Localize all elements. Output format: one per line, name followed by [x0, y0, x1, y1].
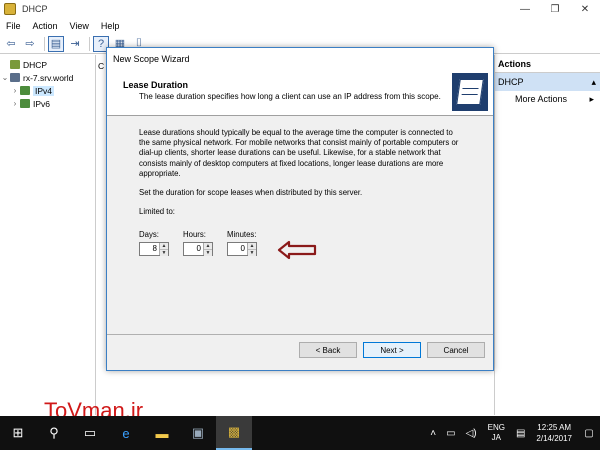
forward-arrow-icon[interactable]: ⇨	[22, 36, 38, 52]
wizard-subheading: The lease duration specifies how long a …	[139, 92, 441, 101]
actions-pane: Actions DHCP ▴ More Actions ▸	[494, 55, 600, 415]
window-title: DHCP	[22, 4, 48, 14]
lease-description: Lease durations should typically be equa…	[139, 128, 459, 178]
minutes-group: Minutes: 0 ▲ ▼	[227, 230, 257, 256]
export-list-icon[interactable]: ⇥	[67, 36, 83, 52]
spin-down-icon[interactable]: ▼	[248, 249, 256, 256]
toolbar-separator	[89, 36, 90, 51]
wizard-title: New Scope Wizard	[107, 48, 493, 70]
lease-instruction: Set the duration for scope leases when d…	[139, 188, 363, 198]
language-indicator[interactable]: ENG JA	[488, 423, 505, 443]
tree-item-dhcp[interactable]: DHCP	[0, 58, 95, 71]
server-icon	[10, 73, 20, 82]
network-icon[interactable]: ▭	[446, 428, 455, 439]
volume-icon[interactable]: ◁)	[466, 428, 477, 439]
next-button[interactable]: Next >	[363, 342, 421, 358]
wizard-document-icon	[452, 73, 488, 111]
dhcp-app-icon	[4, 3, 16, 15]
hours-value[interactable]: 0	[184, 243, 203, 255]
menu-file[interactable]: File	[0, 21, 27, 31]
server-manager-icon[interactable]: ▣	[180, 416, 216, 450]
new-scope-wizard-dialog: New Scope Wizard Lease Duration The leas…	[106, 47, 494, 371]
more-actions-item[interactable]: More Actions ▸	[495, 91, 600, 108]
dhcp-icon	[10, 60, 20, 69]
task-view-icon[interactable]: ▭	[72, 416, 108, 450]
ipv6-icon	[20, 99, 30, 108]
notification-icon[interactable]: ▢	[578, 428, 600, 439]
minutes-label: Minutes:	[227, 230, 257, 239]
menu-action[interactable]: Action	[27, 21, 64, 31]
spin-down-icon[interactable]: ▼	[160, 249, 168, 256]
search-icon[interactable]: ⚲	[36, 416, 72, 450]
cancel-button[interactable]: Cancel	[427, 342, 485, 358]
menu-bar: File Action View Help	[0, 18, 600, 34]
annotation-arrow-icon	[277, 240, 317, 260]
back-button[interactable]: < Back	[299, 342, 357, 358]
maximize-button[interactable]: ❐	[540, 0, 570, 18]
expand-arrow-icon[interactable]: ›	[10, 99, 20, 108]
tree-item-server[interactable]: ⌄ rx-7.srv.world	[0, 71, 95, 84]
wizard-divider	[107, 334, 493, 335]
taskbar: ⊞ ⚲ ▭ e ▬ ▣ ▩ ˄ ▭ ◁) ENG JA ▤ 12:25 AM 2…	[0, 416, 600, 450]
close-button[interactable]: ✕	[570, 0, 600, 18]
clock[interactable]: 12:25 AM 2/14/2017	[536, 422, 572, 444]
days-value[interactable]: 8	[140, 243, 159, 255]
chevron-up-icon[interactable]: ˄	[430, 428, 436, 439]
console-tree: DHCP ⌄ rx-7.srv.world › IPv4 › IPv6	[0, 55, 96, 415]
actions-title: Actions	[495, 55, 600, 73]
system-tray: ˄ ▭ ◁) ENG JA ▤ 12:25 AM 2/14/2017 ▢	[425, 416, 600, 450]
file-explorer-icon[interactable]: ▬	[144, 416, 180, 450]
show-tree-icon[interactable]: ▤	[48, 35, 64, 52]
windows-start-icon[interactable]: ⊞	[0, 416, 36, 450]
dhcp-taskbar-icon[interactable]: ▩	[216, 416, 252, 450]
wizard-body: Lease durations should typically be equa…	[139, 128, 459, 226]
duration-fields: Days: 8 ▲ ▼ Hours: 0 ▲ ▼ Minutes: 0 ▲ ▼	[139, 230, 271, 256]
wizard-heading: Lease Duration	[123, 80, 189, 90]
toolbar-separator	[44, 36, 45, 51]
minimize-button[interactable]: —	[510, 0, 540, 18]
hours-group: Hours: 0 ▲ ▼	[183, 230, 213, 256]
results-header: C	[98, 61, 105, 71]
days-label: Days:	[139, 230, 159, 239]
wizard-header: Lease Duration The lease duration specif…	[107, 70, 493, 116]
wizard-buttons: < Back Next > Cancel	[293, 342, 485, 358]
days-group: Days: 8 ▲ ▼	[139, 230, 169, 256]
tree-item-ipv6[interactable]: › IPv6	[0, 97, 95, 110]
back-arrow-icon[interactable]: ⇦	[3, 36, 19, 52]
days-stepper[interactable]: 8 ▲ ▼	[139, 242, 169, 256]
submenu-arrow-icon: ▸	[589, 94, 594, 104]
collapse-arrow-icon[interactable]: ⌄	[0, 73, 10, 82]
limited-to-label: Limited to:	[139, 207, 175, 217]
minutes-value[interactable]: 0	[228, 243, 247, 255]
expand-arrow-icon[interactable]: ›	[10, 86, 20, 95]
internet-explorer-icon[interactable]: e	[108, 416, 144, 450]
minutes-stepper[interactable]: 0 ▲ ▼	[227, 242, 257, 256]
collapse-up-icon: ▴	[591, 77, 596, 87]
hours-stepper[interactable]: 0 ▲ ▼	[183, 242, 213, 256]
spin-down-icon[interactable]: ▼	[204, 249, 212, 256]
hours-label: Hours:	[183, 230, 206, 239]
ime-icon[interactable]: ▤	[516, 428, 525, 439]
ipv4-icon	[20, 86, 30, 95]
menu-view[interactable]: View	[64, 21, 95, 31]
menu-help[interactable]: Help	[95, 21, 126, 31]
main-titlebar: DHCP — ❐ ✕	[0, 0, 600, 18]
actions-section-dhcp[interactable]: DHCP ▴	[495, 73, 600, 91]
tree-item-ipv4[interactable]: › IPv4	[0, 84, 95, 97]
